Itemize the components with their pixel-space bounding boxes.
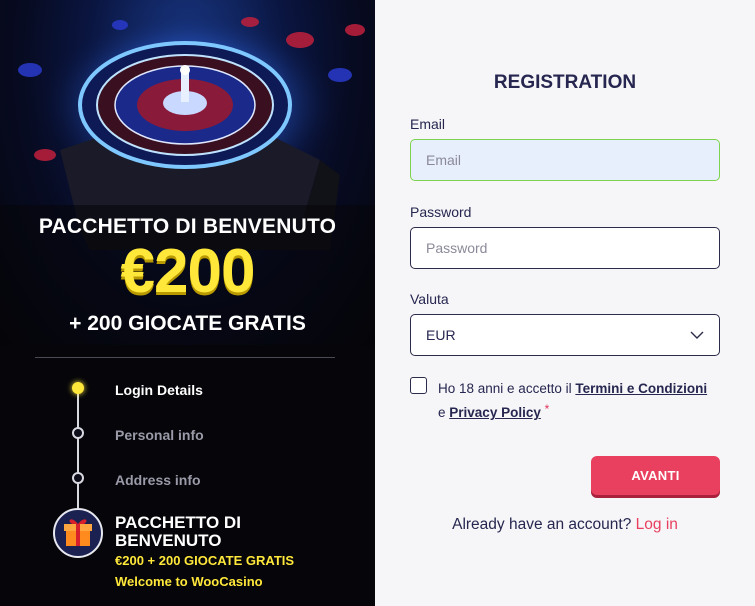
terms-prefix: Ho 18 anni e accetto il — [438, 381, 572, 396]
password-label: Password — [410, 204, 472, 220]
chevron-down-icon — [690, 331, 704, 339]
registration-form: REGISTRATION Email Password Valuta EUR H… — [375, 0, 755, 606]
roulette-hero-image: PACCHETTO DI BENVENUTO €200 + 200 GIOCAT… — [0, 0, 375, 345]
step-dot-personal — [72, 427, 84, 439]
terms-link[interactable]: Termini e Condizioni — [575, 381, 707, 396]
terms-checkbox[interactable] — [410, 377, 427, 394]
step-dot-login — [72, 382, 84, 394]
currency-label: Valuta — [410, 291, 449, 307]
email-input[interactable] — [410, 139, 720, 181]
bonus-card-offer: €200 + 200 GIOCATE GRATIS — [115, 553, 295, 568]
promo-divider — [35, 357, 335, 358]
bonus-card-welcome: Welcome to WooCasino — [115, 574, 263, 589]
steps-timeline — [77, 388, 79, 513]
bonus-card-title: PACCHETTO DI BENVENUTO — [115, 513, 241, 550]
step-address-info: Address info — [115, 472, 201, 488]
step-login-details: Login Details — [115, 382, 203, 398]
promo-panel: PACCHETTO DI BENVENUTO €200 + 200 GIOCAT… — [0, 0, 375, 606]
step-dot-address — [72, 472, 84, 484]
form-title: REGISTRATION — [493, 72, 637, 93]
privacy-policy-link[interactable]: Privacy Policy — [449, 405, 541, 420]
required-mark: * — [544, 402, 550, 416]
terms-text: Ho 18 anni e accetto il Termini e Condiz… — [438, 378, 728, 423]
email-label: Email — [410, 116, 446, 132]
promo-spins: + 200 GIOCATE GRATIS — [69, 312, 306, 335]
gift-icon — [53, 508, 103, 558]
password-input[interactable] — [410, 227, 720, 269]
login-link[interactable]: Log in — [636, 516, 678, 533]
already-account-text: Already have an account? — [452, 516, 632, 533]
currency-select[interactable]: EUR — [410, 314, 720, 356]
login-prompt: Already have an account? Log in — [375, 516, 755, 534]
submit-button[interactable]: AVANTI — [591, 456, 720, 495]
promo-amount: €200 — [120, 237, 256, 306]
terms-and: e — [438, 405, 446, 420]
step-personal-info: Personal info — [115, 427, 204, 443]
currency-value: EUR — [426, 327, 456, 343]
